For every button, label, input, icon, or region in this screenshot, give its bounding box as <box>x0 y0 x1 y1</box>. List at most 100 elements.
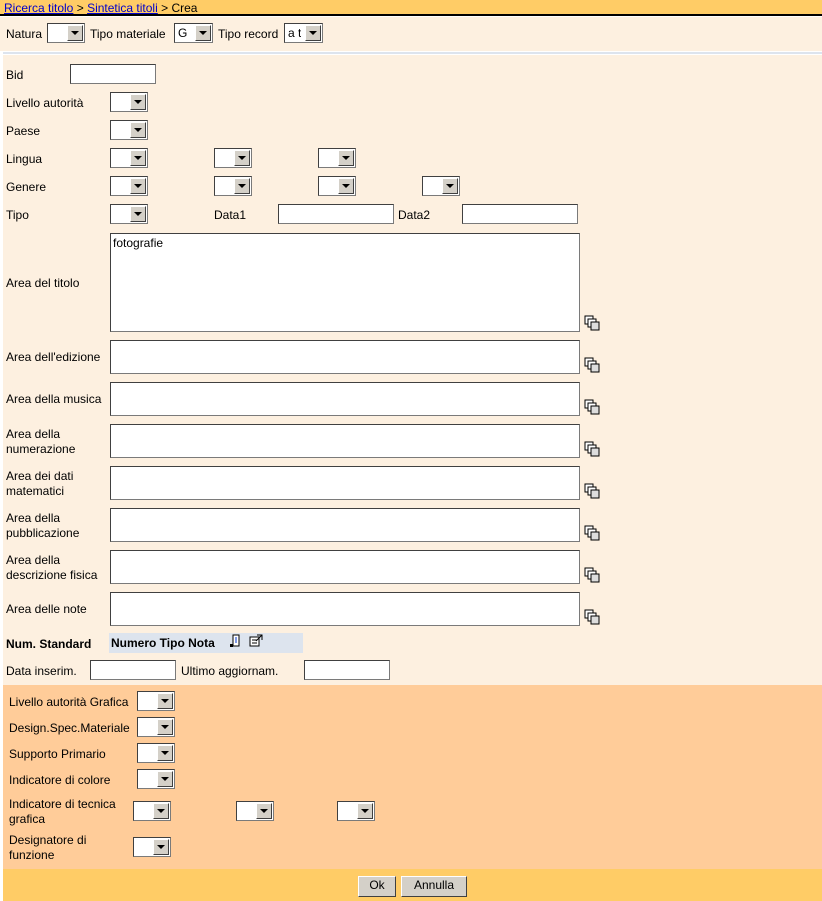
chevron-down-icon <box>157 719 173 735</box>
lingua-label: Lingua <box>6 152 43 166</box>
bid-label: Bid <box>6 68 24 82</box>
copy-icon[interactable] <box>584 357 600 373</box>
genere-select-2[interactable] <box>214 176 252 196</box>
numero-tipo-nota-label: Numero Tipo Nota <box>111 636 215 650</box>
supporto-primario-label: Supporto Primario <box>9 747 106 761</box>
breadcrumb-separator: > <box>76 1 84 15</box>
copy-icon[interactable] <box>584 315 600 331</box>
paese-select[interactable] <box>110 120 148 140</box>
tipo-record-label: Tipo record <box>218 27 279 41</box>
indicatore-tecnica-select-1[interactable] <box>133 801 171 821</box>
livello-autorita-select[interactable] <box>110 92 148 112</box>
copy-icon[interactable] <box>584 441 600 457</box>
tipo-record-select[interactable]: a t <box>284 23 323 43</box>
chevron-down-icon <box>157 693 173 709</box>
grafica-section <box>3 685 822 869</box>
chevron-down-icon <box>234 178 250 194</box>
indicatore-tecnica-label: Indicatore di tecnica grafica <box>9 797 116 826</box>
num-standard-label: Num. Standard <box>6 637 92 651</box>
copy-icon[interactable] <box>584 567 600 583</box>
area-dati-matematici-textarea[interactable] <box>110 466 580 500</box>
area-pubblicazione-label: Area della pubblicazione <box>6 511 80 540</box>
breadcrumb-separator: > <box>161 1 169 15</box>
chevron-down-icon <box>157 771 173 787</box>
area-descrizione-fisica-textarea[interactable] <box>110 550 580 584</box>
area-note-label: Area delle note <box>6 602 87 616</box>
indicatore-colore-select[interactable] <box>137 769 175 789</box>
chevron-down-icon <box>442 178 458 194</box>
annulla-button[interactable]: Annulla <box>401 876 467 897</box>
copy-icon[interactable] <box>584 609 600 625</box>
area-edizione-textarea[interactable] <box>110 340 580 374</box>
chevron-down-icon <box>338 178 354 194</box>
chevron-down-icon <box>130 122 146 138</box>
filter-bar: Natura Tipo materiale G Tipo record a t <box>0 17 822 51</box>
breadcrumb-link-ricerca-titolo[interactable]: Ricerca titolo <box>4 1 73 15</box>
data-inserim-input[interactable] <box>90 660 176 680</box>
data2-label: Data2 <box>398 208 431 222</box>
natura-select[interactable] <box>47 23 85 43</box>
data2-input[interactable] <box>462 204 578 224</box>
livello-autorita-label: Livello autorità <box>6 96 84 110</box>
indicatore-tecnica-select-2[interactable] <box>236 801 274 821</box>
chevron-down-icon <box>153 803 169 819</box>
edit-row-icon[interactable] <box>249 634 263 648</box>
lingua-select-3[interactable] <box>318 148 356 168</box>
data1-label: Data1 <box>214 208 247 222</box>
design-spec-materiale-select[interactable] <box>137 717 175 737</box>
lingua-select-2[interactable] <box>214 148 252 168</box>
supporto-primario-select[interactable] <box>137 743 175 763</box>
natura-label: Natura <box>6 27 43 41</box>
chevron-down-icon <box>157 745 173 761</box>
copy-icon[interactable] <box>584 399 600 415</box>
area-dati-matematici-label: Area dei dati matematici <box>6 469 74 498</box>
chevron-down-icon <box>153 839 169 855</box>
chevron-down-icon <box>130 150 146 166</box>
area-numerazione-textarea[interactable] <box>110 424 580 458</box>
area-pubblicazione-textarea[interactable] <box>110 508 580 542</box>
chevron-down-icon <box>130 206 146 222</box>
add-row-icon[interactable] <box>229 634 243 648</box>
tipo-materiale-label: Tipo materiale <box>90 27 166 41</box>
breadcrumb-current: Crea <box>171 1 198 15</box>
genere-select-1[interactable] <box>110 176 148 196</box>
bid-input[interactable] <box>70 64 156 84</box>
chevron-down-icon <box>234 150 250 166</box>
indicatore-tecnica-select-3[interactable] <box>337 801 375 821</box>
tipo-materiale-select[interactable]: G <box>174 23 213 43</box>
ultimo-aggiornam-input[interactable] <box>304 660 390 680</box>
tipo-select[interactable] <box>110 204 148 224</box>
design-spec-materiale-label: Design.Spec.Materiale <box>9 721 130 735</box>
genere-select-4[interactable] <box>422 176 460 196</box>
livello-autorita-grafica-select[interactable] <box>137 691 175 711</box>
designatore-funzione-label: Designatore di funzione <box>9 833 87 862</box>
area-edizione-label: Area dell'edizione <box>6 350 101 364</box>
ok-button[interactable]: Ok <box>358 876 396 897</box>
breadcrumb-link-sintetica-titoli[interactable]: Sintetica titoli <box>87 1 158 15</box>
lingua-select-1[interactable] <box>110 148 148 168</box>
livello-autorita-grafica-label: Livello autorità Grafica <box>9 695 129 709</box>
chevron-down-icon <box>67 25 83 41</box>
area-musica-textarea[interactable] <box>110 382 580 416</box>
area-descrizione-fisica-label: Area della descrizione fisica <box>6 553 98 582</box>
copy-icon[interactable] <box>584 525 600 541</box>
area-titolo-textarea[interactable]: fotografie <box>110 233 580 332</box>
area-musica-label: Area della musica <box>6 392 102 406</box>
designatore-funzione-select[interactable] <box>133 837 171 857</box>
indicatore-colore-label: Indicatore di colore <box>9 773 111 787</box>
area-titolo-label: Area del titolo <box>6 276 80 290</box>
chevron-down-icon <box>195 25 211 41</box>
page: Ricerca titolo > Sintetica titoli > Crea… <box>0 0 822 901</box>
paese-label: Paese <box>6 124 41 138</box>
chevron-down-icon <box>130 94 146 110</box>
tipo-label: Tipo <box>6 208 29 222</box>
ultimo-aggiornam-label: Ultimo aggiornam. <box>181 664 279 678</box>
area-numerazione-label: Area della numerazione <box>6 427 76 456</box>
chevron-down-icon <box>256 803 272 819</box>
data-inserim-label: Data inserim. <box>6 664 77 678</box>
copy-icon[interactable] <box>584 483 600 499</box>
data1-input[interactable] <box>278 204 394 224</box>
divider <box>3 52 822 54</box>
area-note-textarea[interactable] <box>110 592 580 626</box>
genere-select-3[interactable] <box>318 176 356 196</box>
